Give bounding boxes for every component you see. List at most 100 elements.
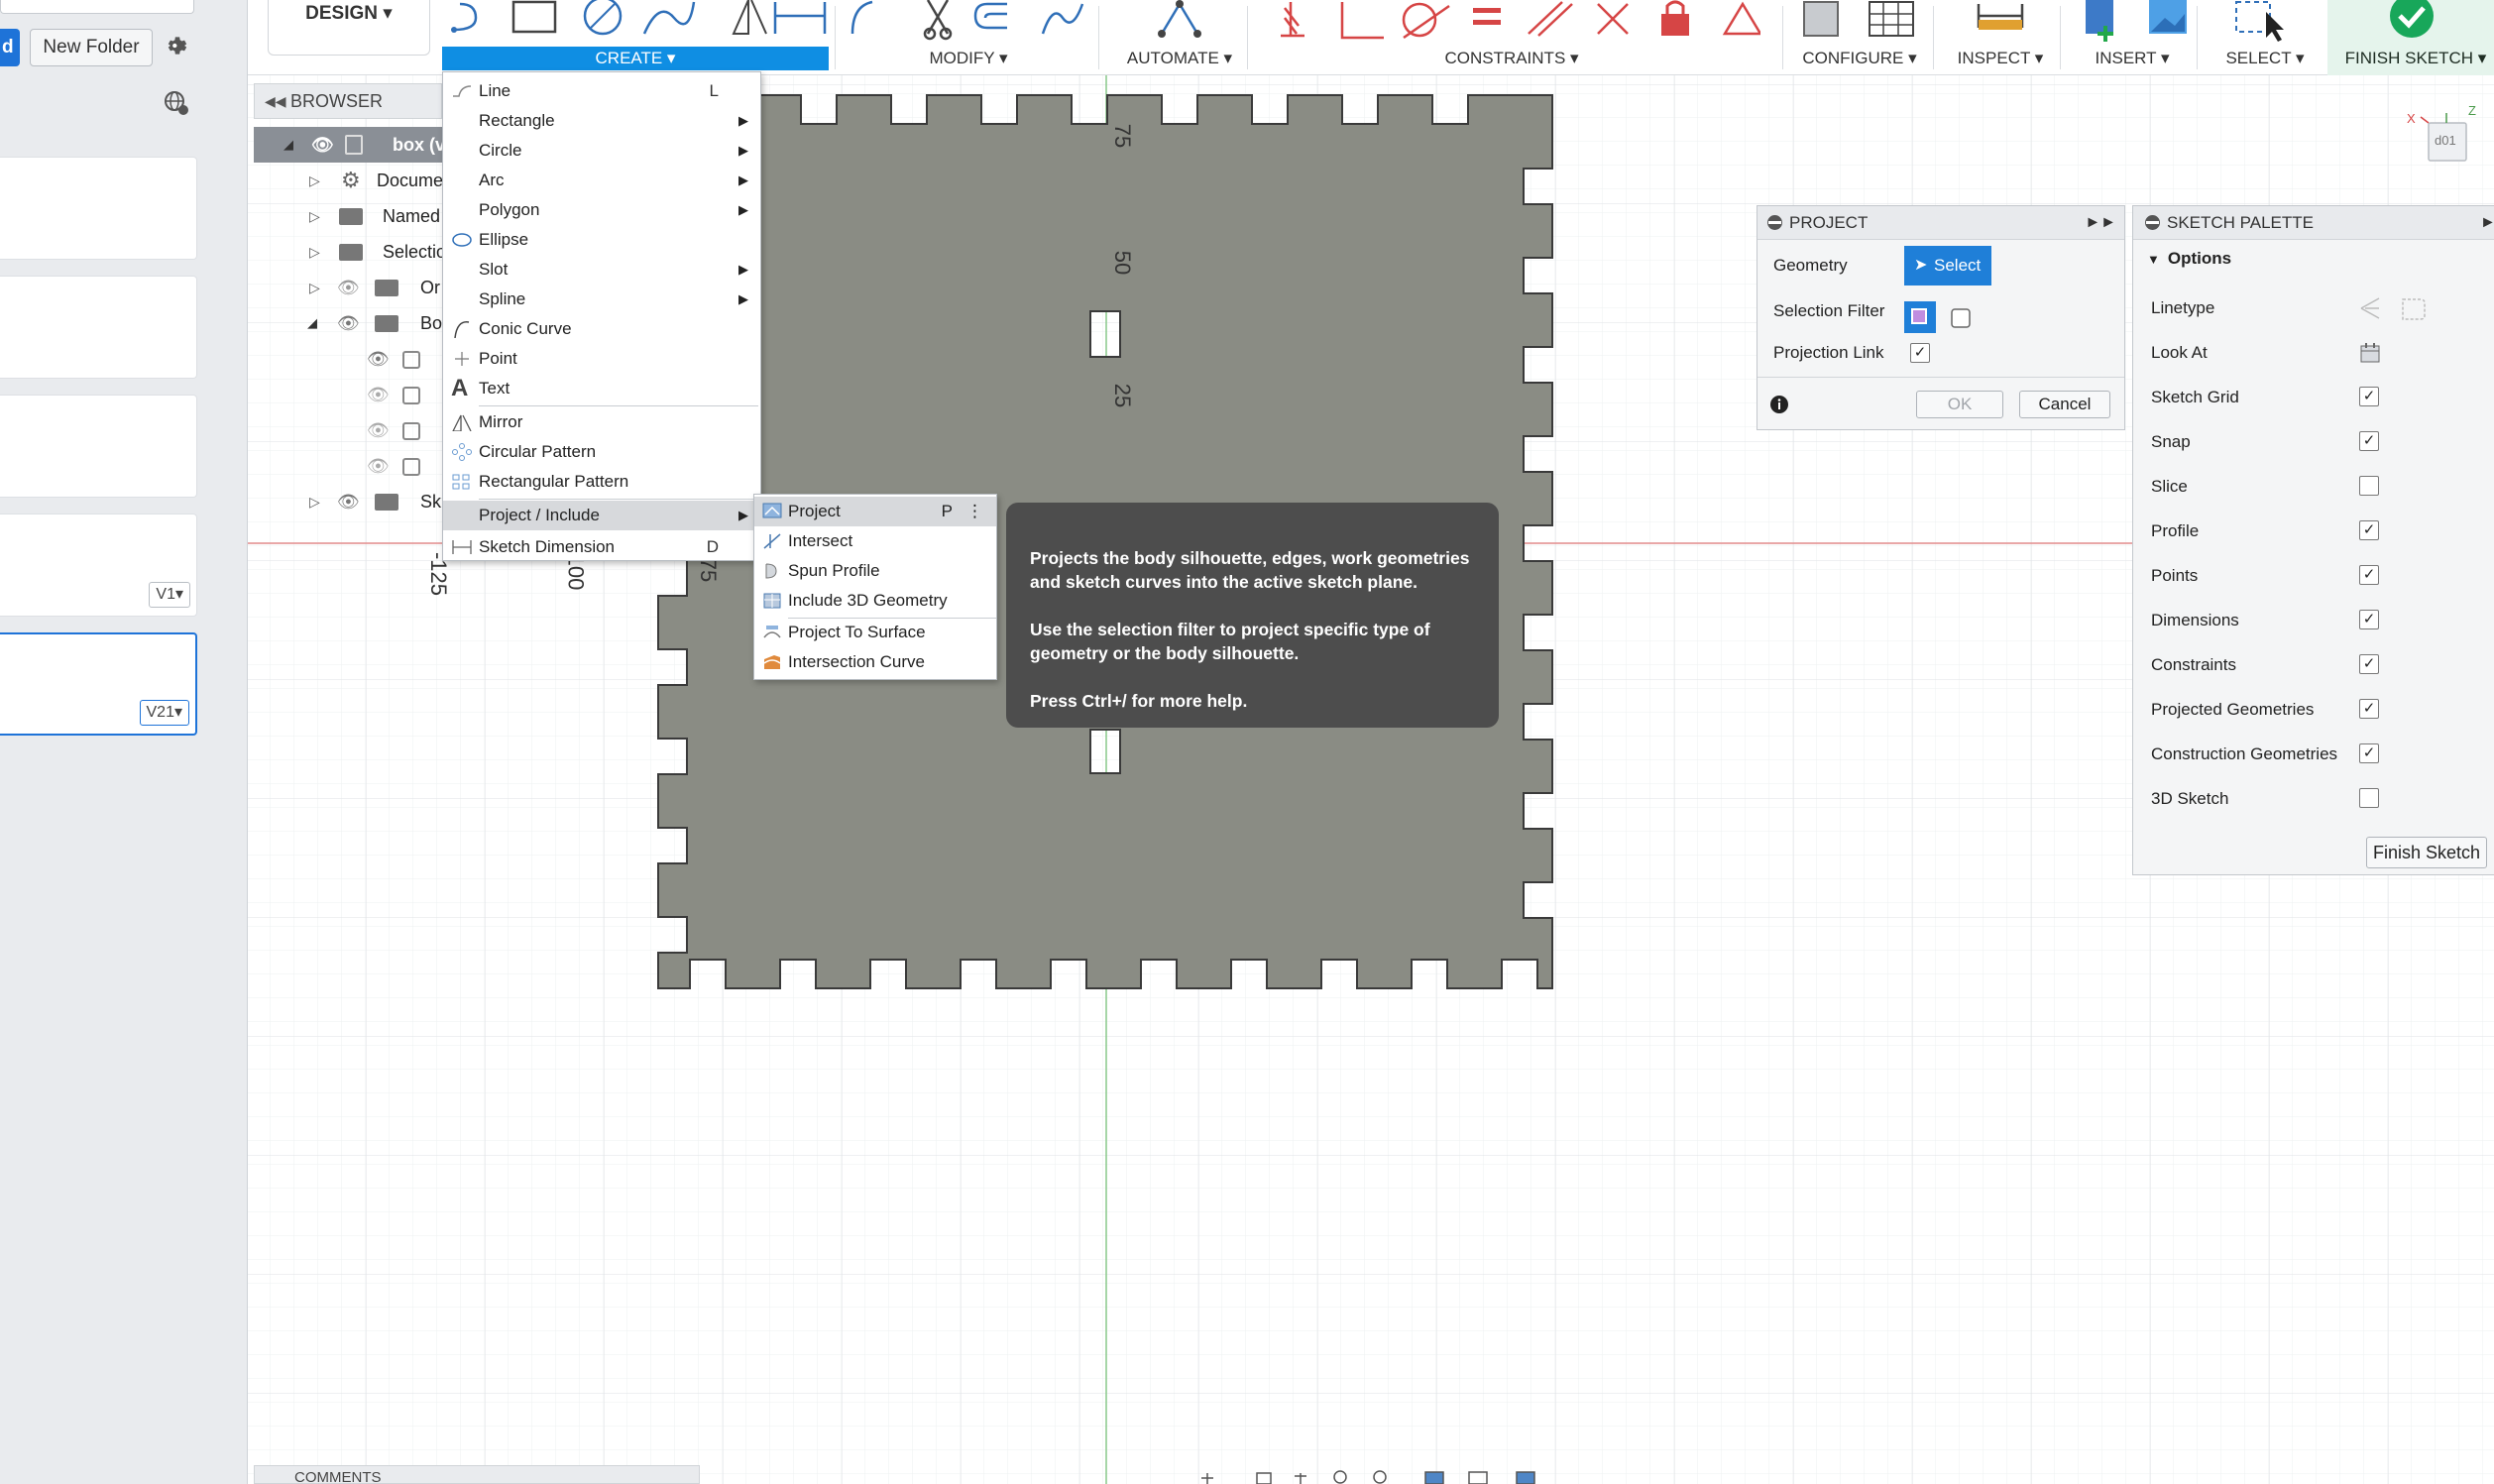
expand-triangle-icon[interactable]: ◢: [307, 305, 317, 341]
project-dialog-header[interactable]: PROJECT ►►: [1757, 206, 2124, 240]
palette-option-checkbox[interactable]: ✓: [2359, 520, 2379, 540]
eye-icon[interactable]: 👁: [367, 341, 390, 377]
configure-icons[interactable]: [1800, 0, 1919, 44]
menu-item-sketch-dimension[interactable]: Sketch Dimension D: [443, 532, 760, 562]
comments-panel[interactable]: COMMENTS: [254, 1465, 700, 1484]
menu-item-rectangular-pattern[interactable]: Rectangular Pattern: [443, 467, 760, 497]
finish-sketch-button[interactable]: FINISH SKETCH ▾: [2337, 47, 2494, 70]
select-icon[interactable]: [2234, 0, 2284, 44]
upload-button[interactable]: d: [0, 29, 20, 66]
menu-item-text[interactable]: A Text: [443, 374, 760, 403]
create-menu-button[interactable]: CREATE ▾: [442, 47, 829, 70]
eye-hidden-icon[interactable]: 👁: [367, 448, 390, 484]
menu-item-slot[interactable]: Slot ▶: [443, 255, 760, 285]
file-card[interactable]: V1▾: [0, 514, 197, 617]
menu-item-spline[interactable]: Spline ▶: [443, 285, 760, 314]
palette-option-checkbox[interactable]: ✓: [2359, 654, 2379, 674]
menu-item-project-include[interactable]: Project / Include ▶: [443, 501, 760, 530]
eye-hidden-icon[interactable]: 👁: [367, 412, 390, 448]
new-folder-button[interactable]: New Folder: [30, 29, 153, 66]
measure-icon[interactable]: [1977, 0, 2024, 44]
checkmark-icon[interactable]: [2389, 0, 2435, 40]
browser-row[interactable]: ◢ 👁 Bo: [254, 305, 442, 341]
menu-item-circular-pattern[interactable]: Circular Pattern: [443, 437, 760, 467]
finish-sketch-palette-button[interactable]: Finish Sketch: [2366, 837, 2487, 868]
file-card[interactable]: [0, 276, 197, 379]
body-filter-icon[interactable]: [1948, 305, 1974, 331]
browser-row[interactable]: ▷ 👁 Sk: [254, 484, 442, 519]
linetype-icons[interactable]: [2359, 295, 2429, 321]
inspect-menu-button[interactable]: INSPECT ▾: [1951, 47, 2050, 70]
expand-triangle-icon[interactable]: ▷: [309, 163, 320, 198]
version-badge[interactable]: V21▾: [139, 700, 189, 726]
browser-row[interactable]: 👁: [254, 448, 442, 484]
expand-triangle-icon[interactable]: ▷: [309, 234, 320, 270]
constraints-menu-button[interactable]: CONSTRAINTS ▾: [1437, 47, 1586, 70]
submenu-item-spun-profile[interactable]: Spun Profile: [754, 556, 996, 586]
select-menu-button[interactable]: SELECT ▾: [2211, 47, 2320, 70]
menu-item-polygon[interactable]: Polygon ▶: [443, 195, 760, 225]
expand-icon[interactable]: ►►: [2480, 206, 2494, 240]
browser-row[interactable]: 👁: [254, 377, 442, 412]
browser-row[interactable]: ▷ 👁 Or: [254, 270, 442, 305]
palette-option-checkbox[interactable]: [2359, 788, 2379, 808]
submenu-item-intersect[interactable]: Intersect: [754, 526, 996, 556]
automate-menu-button[interactable]: AUTOMATE ▾: [1120, 47, 1239, 70]
expand-triangle-icon[interactable]: ▷: [309, 270, 320, 305]
geometry-select-button[interactable]: ➤ Select: [1904, 246, 1991, 285]
submenu-item-include-3d-geometry[interactable]: Include 3D Geometry: [754, 586, 996, 616]
palette-option-checkbox[interactable]: ✓: [2359, 699, 2379, 719]
palette-option-checkbox[interactable]: ✓: [2359, 431, 2379, 451]
menu-item-circle[interactable]: Circle ▶: [443, 136, 760, 166]
browser-row[interactable]: ▷ Named: [254, 198, 442, 234]
version-badge[interactable]: V1▾: [149, 582, 190, 608]
browser-row[interactable]: ▷ Selectio: [254, 234, 442, 270]
browser-row[interactable]: 👁: [254, 341, 442, 377]
projection-link-checkbox[interactable]: ✓: [1910, 343, 1930, 363]
eye-hidden-icon[interactable]: 👁: [367, 377, 390, 412]
menu-item-ellipse[interactable]: Ellipse: [443, 225, 760, 255]
automate-icon[interactable]: [1156, 0, 1209, 44]
browser-header[interactable]: ◀◀ BROWSER: [254, 83, 442, 119]
filter-specified-entities-button[interactable]: [1904, 301, 1936, 333]
ok-button[interactable]: OK: [1916, 391, 2003, 418]
globe-settings-icon[interactable]: [163, 89, 190, 117]
file-card-selected[interactable]: V21▾: [0, 632, 197, 736]
expand-triangle-icon[interactable]: ◢: [283, 127, 293, 163]
browser-row[interactable]: 👁: [254, 412, 442, 448]
options-section-header[interactable]: ▼ Options: [2147, 244, 2231, 275]
menu-item-mirror[interactable]: Mirror: [443, 407, 760, 437]
eye-icon[interactable]: 👁: [337, 305, 360, 341]
menu-item-arc[interactable]: Arc ▶: [443, 166, 760, 195]
palette-option-checkbox[interactable]: [2359, 476, 2379, 496]
workspace-switcher[interactable]: DESIGN ▾: [268, 0, 430, 56]
palette-option-checkbox[interactable]: ✓: [2359, 565, 2379, 585]
palette-option-checkbox[interactable]: ✓: [2359, 610, 2379, 629]
collapse-icon[interactable]: ◀◀: [265, 84, 286, 118]
browser-row-root[interactable]: ◢ 👁 box (v: [254, 127, 442, 163]
menu-item-rectangle[interactable]: Rectangle ▶: [443, 106, 760, 136]
search-field-edge[interactable]: [0, 0, 194, 14]
menu-item-point[interactable]: Point: [443, 344, 760, 374]
submenu-item-intersection-curve[interactable]: Intersection Curve: [754, 647, 996, 677]
sketch-palette-header[interactable]: SKETCH PALETTE ►►: [2133, 206, 2494, 240]
menu-item-conic-curve[interactable]: Conic Curve: [443, 314, 760, 344]
insert-menu-button[interactable]: INSERT ▾: [2078, 47, 2187, 70]
submenu-item-project-to-surface[interactable]: Project To Surface: [754, 618, 996, 647]
eye-icon[interactable]: 👁: [311, 127, 334, 163]
expand-triangle-icon[interactable]: ▷: [309, 198, 320, 234]
expand-triangle-icon[interactable]: ▷: [309, 484, 320, 519]
submenu-item-project[interactable]: Project P ⋮: [754, 497, 996, 526]
eye-icon[interactable]: 👁: [337, 484, 360, 519]
info-icon[interactable]: [1769, 395, 1789, 414]
palette-option-checkbox[interactable]: ✓: [2359, 743, 2379, 763]
palette-option-checkbox[interactable]: ✓: [2359, 387, 2379, 406]
create-tools-icons[interactable]: [446, 0, 833, 44]
file-card[interactable]: [0, 157, 197, 260]
configure-menu-button[interactable]: CONFIGURE ▾: [1802, 47, 1917, 70]
modify-tools-icons[interactable]: [849, 0, 1096, 44]
file-card[interactable]: [0, 395, 197, 498]
look-at-icon[interactable]: [2359, 342, 2381, 364]
insert-icons[interactable]: [2082, 0, 2191, 44]
eye-hidden-icon[interactable]: 👁: [337, 270, 360, 305]
